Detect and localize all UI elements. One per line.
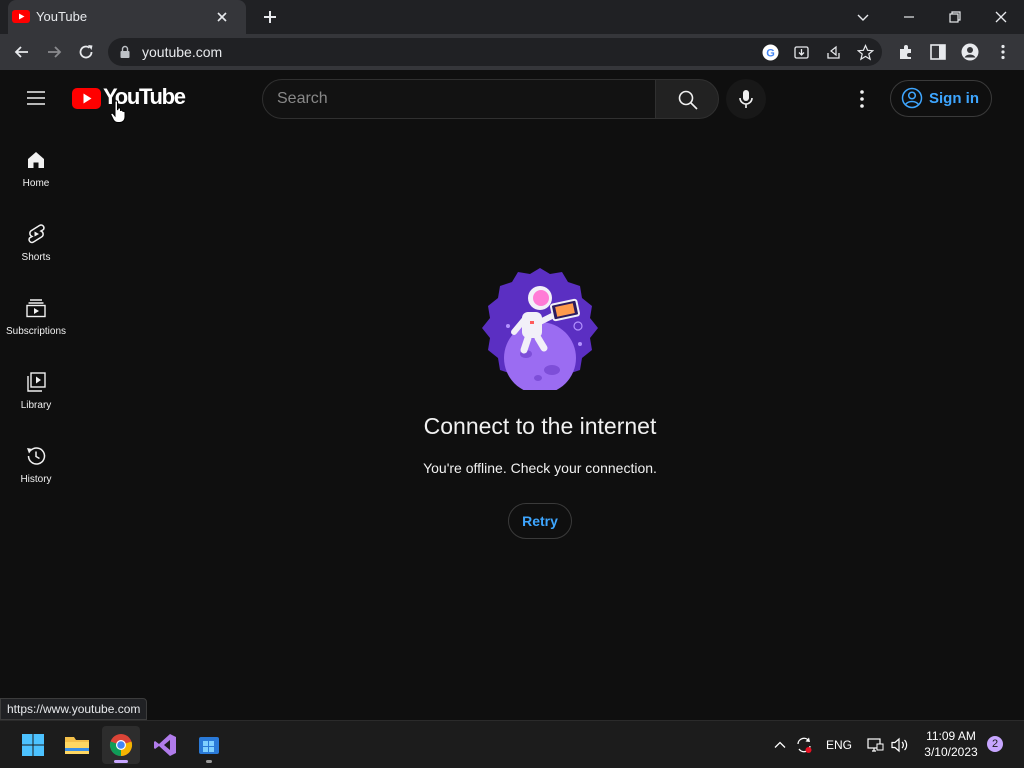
youtube-logo-icon[interactable] bbox=[72, 88, 101, 109]
sidebar-item-label: Home bbox=[22, 178, 50, 189]
astronaut-illustration-icon bbox=[478, 266, 602, 390]
search-button[interactable] bbox=[655, 79, 719, 119]
file-explorer-icon[interactable] bbox=[58, 726, 96, 764]
volume-icon[interactable] bbox=[890, 736, 910, 754]
hand-cursor-icon bbox=[110, 100, 126, 124]
sidebar-item-subscriptions[interactable]: Subscriptions bbox=[0, 286, 72, 360]
google-lens-icon[interactable]: G bbox=[762, 44, 779, 61]
hamburger-menu-icon[interactable] bbox=[24, 88, 48, 108]
notification-badge[interactable]: 2 bbox=[987, 736, 1003, 752]
sidebar-item-history[interactable]: History bbox=[0, 434, 72, 508]
reload-icon[interactable] bbox=[76, 42, 96, 62]
sidebar-item-library[interactable]: Library bbox=[0, 360, 72, 434]
settings-kebab-icon[interactable] bbox=[852, 88, 872, 110]
tab-title: YouTube bbox=[36, 9, 88, 24]
network-icon[interactable] bbox=[866, 736, 884, 754]
minimize-icon[interactable] bbox=[898, 6, 920, 28]
bookmark-star-icon[interactable] bbox=[857, 44, 874, 61]
microphone-icon bbox=[739, 90, 753, 108]
share-icon[interactable] bbox=[825, 44, 842, 61]
chrome-taskbar-icon[interactable] bbox=[102, 726, 140, 764]
new-tab-icon[interactable] bbox=[260, 7, 280, 27]
youtube-favicon-icon bbox=[12, 10, 30, 23]
browser-menu-kebab-icon[interactable] bbox=[994, 43, 1012, 61]
lock-icon[interactable] bbox=[119, 45, 131, 59]
retry-label: Retry bbox=[522, 513, 558, 529]
search-input[interactable] bbox=[277, 89, 637, 109]
search-icon bbox=[678, 90, 698, 110]
home-icon bbox=[24, 148, 48, 172]
side-panel-icon[interactable] bbox=[929, 43, 947, 61]
link-status-bubble: https://www.youtube.com bbox=[0, 698, 148, 720]
forward-arrow-icon[interactable] bbox=[44, 42, 64, 62]
library-icon bbox=[24, 370, 48, 394]
sidebar-item-label: Library bbox=[20, 400, 52, 411]
sidebar-item-label: Shorts bbox=[21, 252, 51, 263]
extensions-puzzle-icon[interactable] bbox=[897, 43, 915, 61]
profile-icon[interactable] bbox=[961, 43, 979, 61]
offline-title: Connect to the internet bbox=[423, 413, 657, 439]
sidebar-item-label: Subscriptions bbox=[5, 326, 67, 337]
windows-start-icon[interactable] bbox=[14, 726, 52, 764]
voice-search-button[interactable] bbox=[726, 79, 766, 119]
tab-search-chevron-icon[interactable] bbox=[852, 6, 874, 28]
sync-icon[interactable] bbox=[794, 735, 814, 755]
tab-close-icon[interactable] bbox=[214, 9, 230, 25]
account-circle-icon bbox=[901, 87, 923, 109]
sign-in-label: Sign in bbox=[929, 90, 979, 107]
tray-chevron-up-icon[interactable] bbox=[772, 737, 788, 753]
sidebar-item-label: History bbox=[20, 474, 52, 485]
offline-message: You're offline. Check your connection. bbox=[423, 460, 657, 476]
shorts-icon bbox=[24, 222, 48, 246]
subscriptions-icon bbox=[24, 296, 48, 320]
url-text[interactable]: youtube.com bbox=[142, 44, 222, 60]
input-language[interactable]: ENG bbox=[826, 738, 852, 752]
svg-text:G: G bbox=[766, 48, 775, 60]
clock-date[interactable]: 3/10/2023 bbox=[916, 745, 986, 759]
sidebar-item-home[interactable]: Home bbox=[0, 138, 72, 212]
store-app-icon[interactable] bbox=[190, 726, 228, 764]
close-window-icon[interactable] bbox=[990, 6, 1012, 28]
install-app-icon[interactable] bbox=[793, 44, 810, 61]
clock-time[interactable]: 11:09 AM bbox=[916, 729, 986, 743]
history-icon bbox=[24, 444, 48, 468]
back-arrow-icon[interactable] bbox=[12, 42, 32, 62]
sidebar-item-shorts[interactable]: Shorts bbox=[0, 212, 72, 286]
visual-studio-icon[interactable] bbox=[146, 726, 184, 764]
restore-icon[interactable] bbox=[944, 6, 966, 28]
